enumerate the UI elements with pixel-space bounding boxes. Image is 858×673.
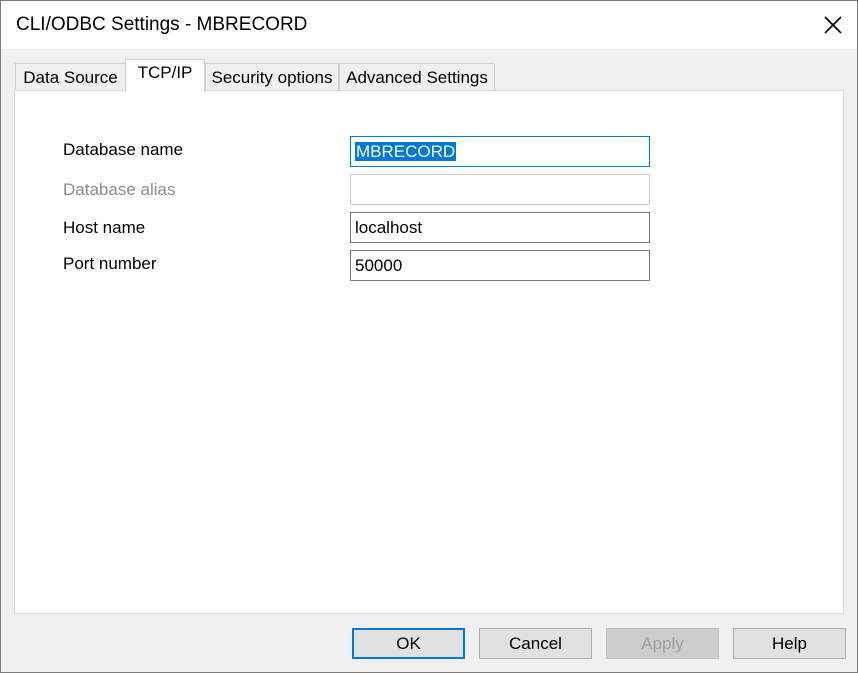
- database-name-label: Database name: [63, 140, 184, 159]
- database-name-input[interactable]: MBRECORD: [350, 136, 650, 167]
- tab-security-options[interactable]: Security options: [205, 63, 339, 90]
- tab-tcp-ip[interactable]: TCP/IP: [125, 59, 205, 92]
- port-number-value: 50000: [355, 256, 403, 275]
- host-name-input[interactable]: localhost: [350, 212, 650, 243]
- tab-label: Security options: [211, 68, 333, 87]
- port-number-input[interactable]: 50000: [350, 250, 650, 281]
- host-name-value: localhost: [355, 218, 423, 237]
- title-bar[interactable]: CLI/ODBC Settings - MBRECORD: [1, 1, 857, 49]
- dialog-window: CLI/ODBC Settings - MBRECORD Data Source…: [0, 0, 858, 673]
- close-icon: [824, 16, 842, 34]
- cancel-button[interactable]: Cancel: [479, 628, 592, 659]
- database-alias-input: [350, 174, 650, 205]
- tab-panel-tcp-ip: Database name MBRECORD Database alias Ho…: [14, 90, 844, 614]
- database-alias-label: Database alias: [63, 180, 176, 199]
- tab-label: Data Source: [23, 68, 118, 87]
- tab-label: Advanced Settings: [346, 68, 488, 87]
- apply-button: Apply: [606, 628, 719, 659]
- port-number-label: Port number: [63, 254, 157, 273]
- window-title: CLI/ODBC Settings - MBRECORD: [16, 14, 308, 35]
- host-name-label: Host name: [63, 218, 146, 237]
- tab-data-source[interactable]: Data Source: [15, 63, 126, 90]
- close-button[interactable]: [809, 1, 857, 49]
- tab-advanced-settings[interactable]: Advanced Settings: [339, 63, 495, 90]
- database-name-value: MBRECORD: [355, 142, 457, 161]
- help-button[interactable]: Help: [733, 628, 846, 659]
- tab-label: TCP/IP: [137, 63, 193, 82]
- ok-button[interactable]: OK: [352, 628, 465, 659]
